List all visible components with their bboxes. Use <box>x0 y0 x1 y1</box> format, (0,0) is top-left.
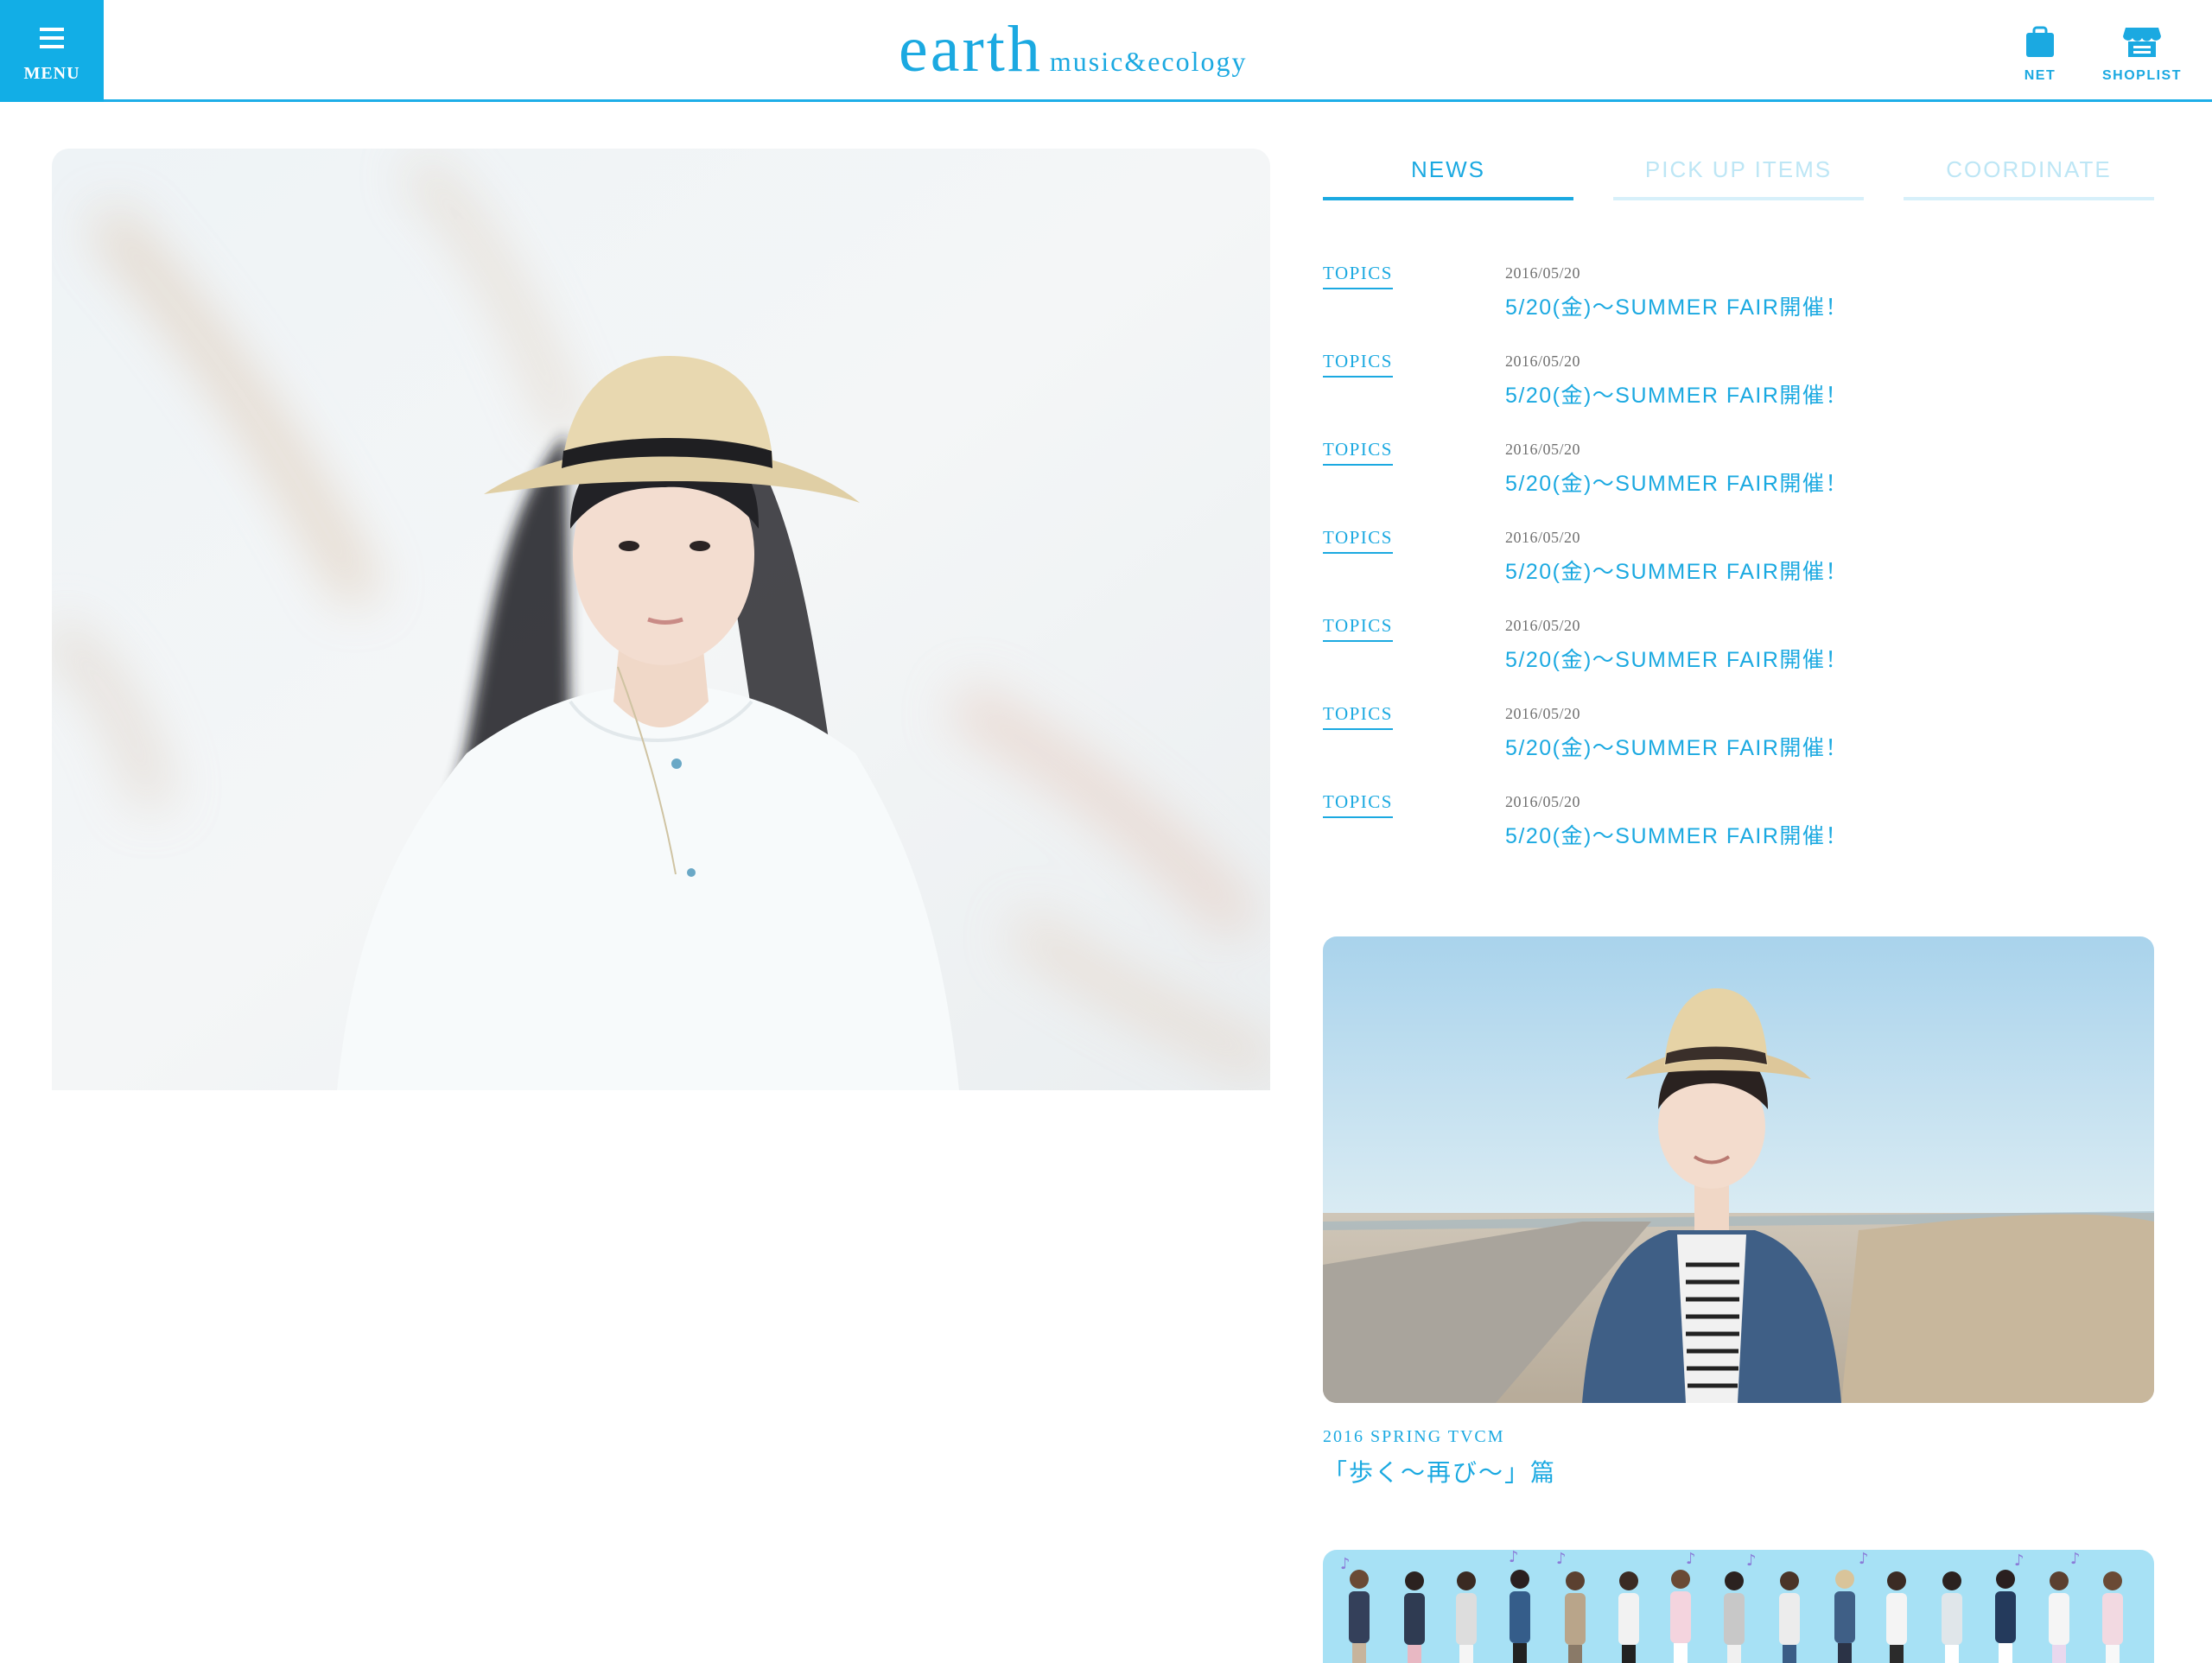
news-date: 2016/05/20 <box>1505 529 1581 546</box>
site-header: MENU earth music&ecology NET SHOPLIST <box>0 0 2212 102</box>
svg-text:♪: ♪ <box>2070 1550 2081 1568</box>
net-button[interactable]: NET <box>2013 24 2067 84</box>
news-category: TOPICS <box>1323 439 1393 466</box>
store-icon <box>2123 28 2161 57</box>
svg-text:♪: ♪ <box>1859 1550 1869 1568</box>
news-item[interactable]: TOPICS 2016/05/20 5/20(金)〜SUMMER FAIR開催！ <box>1323 347 2154 435</box>
tvcm-caption: 2016 SPRING TVCM <box>1323 1427 1505 1446</box>
news-category: TOPICS <box>1323 615 1393 642</box>
news-category: TOPICS <box>1323 703 1393 730</box>
news-date: 2016/05/20 <box>1505 441 1581 458</box>
tvcm-title[interactable]: 「歩く〜再び〜」篇 <box>1323 1454 2154 1488</box>
news-date: 2016/05/20 <box>1505 352 1581 370</box>
news-title-link[interactable]: 5/20(金)〜SUMMER FAIR開催！ <box>1505 290 1848 321</box>
group-photo-banner[interactable]: ♪ ♪ ♪ ♪ ♪ ♪ ♪ ♪ <box>1323 1550 2154 1663</box>
news-title-link[interactable]: 5/20(金)〜SUMMER FAIR開催！ <box>1505 731 1848 762</box>
svg-text:♪: ♪ <box>1340 1555 1351 1573</box>
svg-text:♪: ♪ <box>1686 1550 1696 1568</box>
tvcm-thumbnail[interactable] <box>1323 936 2154 1403</box>
svg-text:♪: ♪ <box>1746 1552 1757 1570</box>
news-title-link[interactable]: 5/20(金)〜SUMMER FAIR開催！ <box>1505 555 1848 586</box>
news-title-link[interactable]: 5/20(金)〜SUMMER FAIR開催！ <box>1505 819 1848 850</box>
news-list: TOPICS 2016/05/20 5/20(金)〜SUMMER FAIR開催！… <box>1323 259 2154 876</box>
logo-main-text: earth <box>899 13 1043 86</box>
shoplist-button[interactable]: SHOPLIST <box>2094 24 2190 84</box>
brand-logo[interactable]: earth music&ecology <box>899 12 1248 90</box>
news-category: TOPICS <box>1323 791 1393 818</box>
news-date: 2016/05/20 <box>1505 705 1581 722</box>
tab-coordinate[interactable]: COORDINATE <box>1904 147 2154 200</box>
news-item[interactable]: TOPICS 2016/05/20 5/20(金)〜SUMMER FAIR開催！ <box>1323 700 2154 788</box>
menu-label: MENU <box>23 64 80 83</box>
news-item[interactable]: TOPICS 2016/05/20 5/20(金)〜SUMMER FAIR開催！ <box>1323 524 2154 612</box>
news-item[interactable]: TOPICS 2016/05/20 5/20(金)〜SUMMER FAIR開催！ <box>1323 612 2154 700</box>
news-category: TOPICS <box>1323 527 1393 554</box>
tvcm-photo <box>1323 936 2154 1403</box>
news-title-link[interactable]: 5/20(金)〜SUMMER FAIR開催！ <box>1505 643 1848 674</box>
tab-news[interactable]: NEWS <box>1323 147 1573 200</box>
news-title-link[interactable]: 5/20(金)〜SUMMER FAIR開催！ <box>1505 467 1848 498</box>
shoplist-label: SHOPLIST <box>2101 68 2182 83</box>
news-item[interactable]: TOPICS 2016/05/20 5/20(金)〜SUMMER FAIR開催！ <box>1323 788 2154 876</box>
news-category: TOPICS <box>1323 263 1393 289</box>
news-title-link[interactable]: 5/20(金)〜SUMMER FAIR開催！ <box>1505 378 1848 409</box>
logo-sub-text: music&ecology <box>1049 46 1248 77</box>
tvcm-card[interactable]: 2016 SPRING TVCM 「歩く〜再び〜」篇 <box>1323 936 2154 1488</box>
group-photo: ♪ ♪ ♪ ♪ ♪ ♪ ♪ ♪ <box>1323 1550 2154 1663</box>
content-tabs: NEWS PICK UP ITEMS COORDINATE <box>1323 147 2154 200</box>
hero-image[interactable] <box>52 149 1270 1090</box>
news-date: 2016/05/20 <box>1505 617 1581 634</box>
news-date: 2016/05/20 <box>1505 264 1581 282</box>
shopping-bag-icon <box>2026 26 2054 57</box>
svg-text:♪: ♪ <box>1556 1550 1567 1568</box>
news-item[interactable]: TOPICS 2016/05/20 5/20(金)〜SUMMER FAIR開催！ <box>1323 435 2154 524</box>
menu-button[interactable]: MENU <box>0 0 104 102</box>
net-label: NET <box>2024 68 2056 83</box>
hero-photo <box>52 149 1270 1090</box>
svg-text:♪: ♪ <box>2014 1552 2024 1570</box>
news-date: 2016/05/20 <box>1505 793 1581 810</box>
news-category: TOPICS <box>1323 351 1393 378</box>
svg-text:♪: ♪ <box>1509 1550 1519 1566</box>
news-item[interactable]: TOPICS 2016/05/20 5/20(金)〜SUMMER FAIR開催！ <box>1323 259 2154 347</box>
hamburger-icon <box>40 28 64 48</box>
tab-pick-up-items[interactable]: PICK UP ITEMS <box>1613 147 1864 200</box>
